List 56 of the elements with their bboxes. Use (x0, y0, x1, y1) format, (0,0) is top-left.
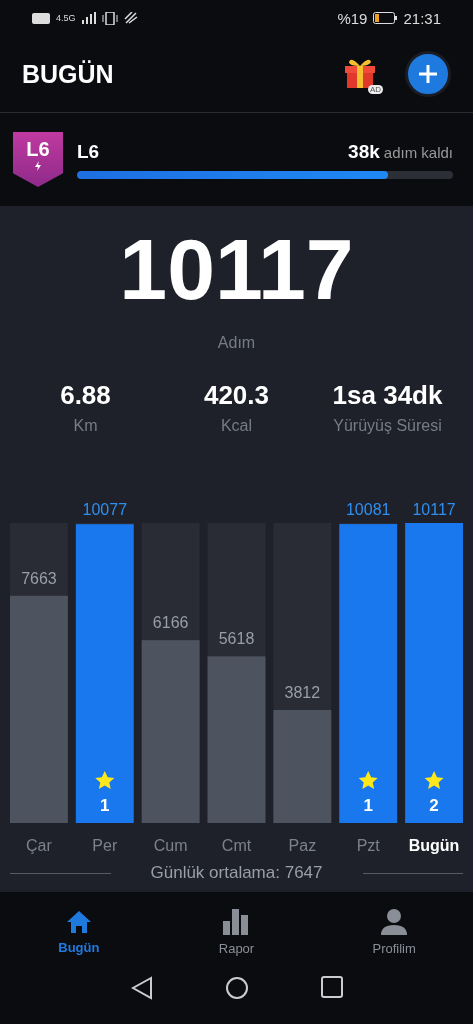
star-count: 1 (363, 796, 373, 815)
bar-value: 6166 (152, 614, 189, 632)
stat-label: Km (73, 417, 98, 435)
star-icon (95, 771, 115, 789)
remaining-label: adım kaldı (383, 143, 453, 161)
back-button[interactable] (130, 976, 153, 1000)
stat-value: 1sa 34dk (332, 380, 443, 411)
bolt-icon (34, 161, 42, 171)
add-button[interactable] (405, 51, 451, 97)
level-name: L6 (77, 140, 100, 163)
plus-icon (418, 64, 438, 84)
stat-label: Kcal (220, 417, 253, 435)
network-type: 4.5G (56, 13, 76, 23)
nav-tab[interactable]: Bugün (18, 908, 139, 956)
step-count: 10117 (119, 226, 354, 312)
home-icon (65, 909, 92, 934)
bar-value: 7663 (21, 569, 57, 587)
nav-tab[interactable]: Rapor (176, 907, 297, 957)
step-label: Adım (217, 334, 256, 352)
vibrate-icon (101, 11, 118, 25)
level-badge-text: L6 (26, 138, 50, 161)
bar-value: 10081 (345, 501, 391, 518)
battery-percent: %19 (337, 9, 368, 27)
stat-value: 420.3 (203, 380, 270, 411)
remaining-steps: 38k (348, 140, 380, 163)
star-count: 1 (100, 796, 110, 815)
star-icon (358, 771, 378, 789)
home-circle-icon (224, 976, 249, 1000)
signal-icon (81, 12, 96, 24)
day-label: Cum (153, 837, 188, 854)
star-icon (424, 771, 444, 789)
daily-average: Günlük ortalama: 7647 (150, 863, 323, 883)
battery-icon (373, 12, 398, 24)
stat-value: 6.88 (60, 380, 111, 411)
bar-value: 5618 (218, 630, 255, 648)
stat-label: Yürüyüş Süresi (333, 417, 442, 435)
day-label: Per (92, 837, 118, 854)
day-label: Bugün (408, 837, 460, 854)
back-icon (130, 976, 153, 1000)
person-icon (381, 908, 408, 935)
clock: 21:31 (403, 9, 441, 27)
ad-badge: AD (367, 85, 383, 94)
bar-value: 10077 (82, 501, 128, 518)
home-button[interactable] (224, 976, 249, 1000)
star-count: 2 (429, 796, 439, 815)
bar-value: 3812 (284, 683, 321, 701)
bar-chart-icon (223, 908, 250, 935)
recents-icon (320, 976, 343, 998)
page-title: BUGÜN (22, 59, 115, 89)
recents-button[interactable] (320, 976, 343, 998)
bar-value: 10117 (412, 501, 456, 518)
day-label: Pzt (356, 837, 380, 854)
nav-tab[interactable]: Profilim (334, 907, 455, 957)
day-label: Paz (288, 837, 317, 854)
day-label: Çar (26, 837, 52, 854)
day-label: Cmt (221, 837, 252, 854)
